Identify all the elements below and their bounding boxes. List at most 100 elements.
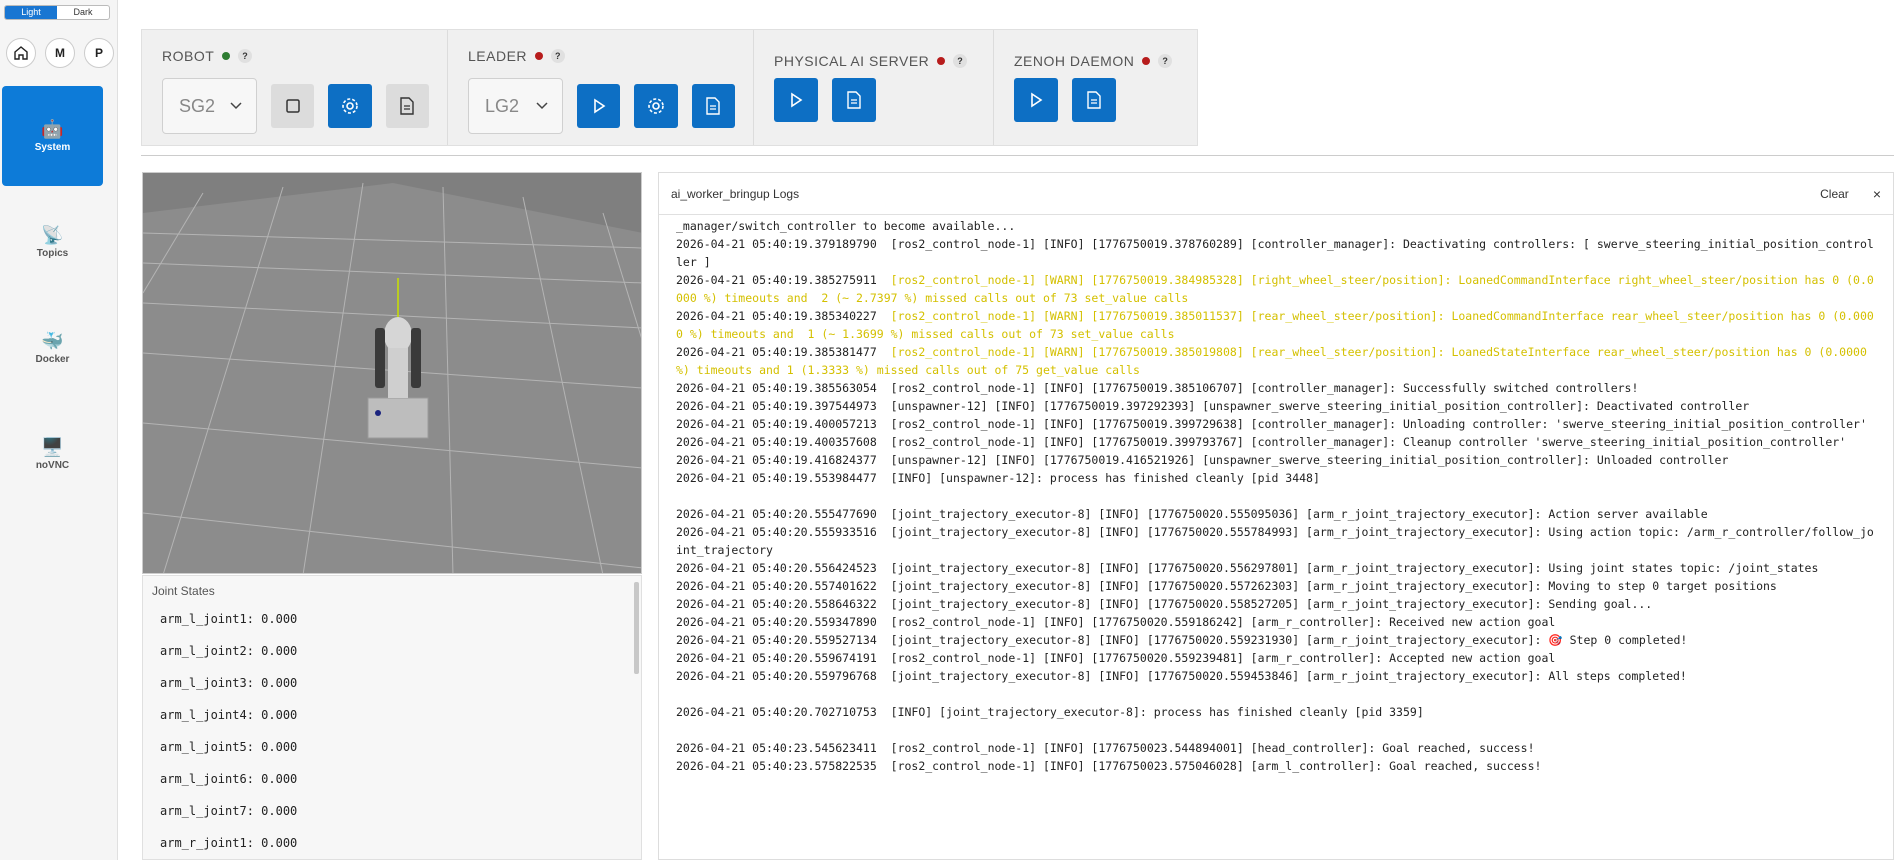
joint-list: arm_l_joint1: 0.000 arm_l_joint2: 0.000 … xyxy=(160,612,297,868)
control-bar: ROBOT ? SG2 LEADER ? LG2 PHYSICAL AI SER… xyxy=(141,29,1198,146)
robot-group: ROBOT ? SG2 xyxy=(142,30,448,145)
robot-icon: 🤖 xyxy=(41,119,64,139)
leader-logs-button[interactable] xyxy=(691,84,735,128)
nav-item-novnc[interactable]: 🖥️ noVNC xyxy=(2,404,103,504)
gear-icon xyxy=(648,98,664,114)
robot-logs-button[interactable] xyxy=(385,84,429,128)
log-timestamp: 2026-04-21 05:40:19.397544973 xyxy=(676,399,891,413)
leader-help-icon[interactable]: ? xyxy=(551,49,566,63)
server-logs-button[interactable] xyxy=(832,78,876,122)
log-text: [ros2_control_node-1] [INFO] [1776750023… xyxy=(890,759,1542,773)
log-timestamp: 2026-04-21 05:40:19.553984477 xyxy=(676,471,891,485)
log-text: [joint_trajectory_executor-8] [INFO] [17… xyxy=(890,669,1687,683)
log-line xyxy=(676,487,1879,505)
home-icon xyxy=(14,46,28,60)
robot-settings-button[interactable] xyxy=(328,84,372,128)
log-timestamp: 2026-04-21 05:40:19.385340227 xyxy=(676,309,891,323)
log-timestamp: 2026-04-21 05:40:20.559347890 xyxy=(676,615,891,629)
log-line: 2026-04-21 05:40:20.555933516 [joint_tra… xyxy=(676,523,1879,559)
robot-stop-button[interactable] xyxy=(271,84,315,128)
logs-title: ai_worker_bringup Logs xyxy=(671,186,800,201)
m-button[interactable]: M xyxy=(45,38,75,68)
log-timestamp: 2026-04-21 05:40:19.385381477 xyxy=(676,345,891,359)
server-title: PHYSICAL AI SERVER xyxy=(774,53,930,69)
clear-button[interactable]: Clear xyxy=(1820,187,1849,201)
log-timestamp: 2026-04-21 05:40:19.400357608 xyxy=(676,435,891,449)
nav-label: Topics xyxy=(36,248,69,259)
log-line: 2026-04-21 05:40:20.702710753 [INFO] [jo… xyxy=(676,703,1879,721)
log-line: 2026-04-21 05:40:23.575822535 [ros2_cont… xyxy=(676,757,1879,775)
robot-3d-viewer[interactable] xyxy=(142,172,642,574)
log-line: 2026-04-21 05:40:20.559796768 [joint_tra… xyxy=(676,667,1879,685)
log-line: 2026-04-21 05:40:19.416824377 [unspawner… xyxy=(676,451,1879,469)
theme-toggle[interactable]: Light Dark xyxy=(4,5,110,20)
zenoh-play-button[interactable] xyxy=(1014,78,1058,122)
document-icon xyxy=(1087,91,1101,109)
log-line: 2026-04-21 05:40:19.385275911 [ros2_cont… xyxy=(676,271,1879,307)
server-play-button[interactable] xyxy=(774,78,818,122)
log-text: [joint_trajectory_executor-8] [INFO] [17… xyxy=(890,507,1708,521)
log-timestamp: 2026-04-21 05:40:20.559796768 xyxy=(676,669,891,683)
close-icon[interactable]: × xyxy=(1873,186,1881,202)
joint-scrollbar[interactable] xyxy=(634,582,639,674)
p-button[interactable]: P xyxy=(84,38,114,68)
robot-select[interactable]: SG2 xyxy=(162,78,258,134)
log-line: 2026-04-21 05:40:20.559674191 [ros2_cont… xyxy=(676,649,1879,667)
theme-dark-option[interactable]: Dark xyxy=(57,6,109,19)
antenna-icon: 📡 xyxy=(41,225,64,245)
log-line xyxy=(676,721,1879,739)
log-line: 2026-04-21 05:40:20.557401622 [joint_tra… xyxy=(676,577,1879,595)
nav-label: Docker xyxy=(35,354,70,365)
theme-light-option[interactable]: Light xyxy=(5,6,57,19)
log-text: [INFO] [joint_trajectory_executor-8]: pr… xyxy=(890,705,1424,719)
joint-item: arm_r_joint1: 0.000 xyxy=(160,836,298,850)
robot-help-icon[interactable]: ? xyxy=(238,49,253,63)
log-line: 2026-04-21 05:40:19.397544973 [unspawner… xyxy=(676,397,1879,415)
robot-select-value: SG2 xyxy=(179,95,216,116)
log-line: 2026-04-21 05:40:19.400357608 [ros2_cont… xyxy=(676,433,1879,451)
log-line: 2026-04-21 05:40:23.545623411 [ros2_cont… xyxy=(676,739,1879,757)
leader-play-button[interactable] xyxy=(577,84,621,128)
nav-item-topics[interactable]: 📡 Topics xyxy=(2,192,103,292)
log-line: 2026-04-21 05:40:20.558646322 [joint_tra… xyxy=(676,595,1879,613)
robot-title: ROBOT xyxy=(162,48,215,64)
play-icon xyxy=(593,98,606,114)
zenoh-group: ZENOH DAEMON ? xyxy=(994,30,1197,145)
log-text: [INFO] [unspawner-12]: process has finis… xyxy=(890,471,1320,485)
leader-select[interactable]: LG2 xyxy=(468,78,564,134)
log-text: [joint_trajectory_executor-8] [INFO] [17… xyxy=(890,633,1688,647)
log-line: 2026-04-21 05:40:19.379189790 [ros2_cont… xyxy=(676,235,1879,271)
log-timestamp: 2026-04-21 05:40:19.379189790 xyxy=(676,237,891,251)
nav-label: noVNC xyxy=(35,460,70,471)
log-output[interactable]: _manager/switch_controller to become ava… xyxy=(676,217,1879,859)
logs-header: ai_worker_bringup Logs Clear × xyxy=(659,173,1893,215)
home-button[interactable] xyxy=(6,38,36,68)
server-help-icon[interactable]: ? xyxy=(953,54,968,68)
leader-status-dot xyxy=(535,52,544,60)
log-text: [unspawner-12] [INFO] [1776750019.416521… xyxy=(890,453,1729,467)
zenoh-logs-button[interactable] xyxy=(1072,78,1116,122)
zenoh-help-icon[interactable]: ? xyxy=(1158,54,1173,68)
gear-icon xyxy=(342,98,358,114)
log-timestamp: 2026-04-21 05:40:20.558646322 xyxy=(676,597,891,611)
zenoh-status-dot xyxy=(1142,57,1151,65)
nav-item-system[interactable]: 🤖 System xyxy=(2,86,103,186)
log-timestamp: 2026-04-21 05:40:20.557401622 xyxy=(676,579,891,593)
joint-item: arm_l_joint2: 0.000 xyxy=(160,644,298,658)
nav-item-docker[interactable]: 🐳 Docker xyxy=(2,298,103,398)
joint-item: arm_l_joint4: 0.000 xyxy=(160,708,298,722)
play-icon xyxy=(1031,92,1043,108)
log-text: [joint_trajectory_executor-8] [INFO] [17… xyxy=(890,561,1819,575)
scene-3d xyxy=(143,173,641,573)
log-timestamp: 2026-04-21 05:40:20.555477690 xyxy=(676,507,891,521)
log-line: 2026-04-21 05:40:19.385340227 [ros2_cont… xyxy=(676,307,1879,343)
log-line: 2026-04-21 05:40:19.400057213 [ros2_cont… xyxy=(676,415,1879,433)
document-icon xyxy=(400,97,415,115)
log-timestamp: 2026-04-21 05:40:19.385563054 xyxy=(676,381,891,395)
leader-settings-button[interactable] xyxy=(634,84,678,128)
log-line: 2026-04-21 05:40:20.555477690 [joint_tra… xyxy=(676,505,1879,523)
leader-title: LEADER xyxy=(468,48,528,64)
